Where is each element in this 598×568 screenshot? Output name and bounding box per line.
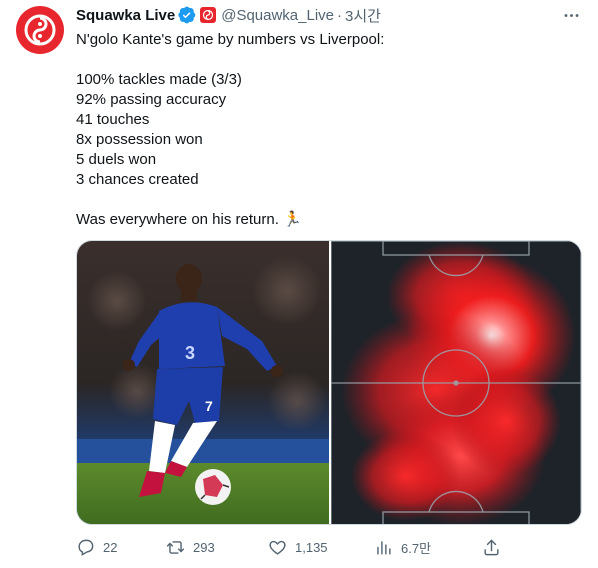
shorts-number: 7 (205, 398, 213, 414)
affiliate-badge-icon (200, 7, 217, 23)
tweet-timestamp[interactable]: 3시간 (345, 5, 381, 26)
player-photo[interactable]: 3 7 (77, 241, 329, 524)
tweet-line: 92% passing accuracy (76, 91, 227, 108)
author-name[interactable]: Squawka Live (76, 7, 175, 24)
separator-dot: · (337, 6, 343, 24)
tweet-line: N'golo Kante's game by numbers vs Liverp… (76, 31, 385, 48)
like-button[interactable]: 1,135 (268, 536, 328, 558)
shirt-sponsor: 3 (185, 343, 195, 363)
retweet-count: 293 (193, 539, 215, 555)
reply-icon (78, 539, 94, 556)
squawka-logo-icon (24, 14, 56, 46)
views-button[interactable]: 6.7만 (374, 536, 431, 558)
share-button[interactable] (482, 536, 509, 558)
heart-icon (269, 540, 286, 555)
author-avatar[interactable] (16, 6, 64, 54)
tweet-media: 3 7 (76, 240, 582, 525)
more-options-icon[interactable] (560, 4, 582, 26)
tweet-line: 41 touches (76, 111, 150, 128)
views-count: 6.7만 (401, 540, 432, 556)
retweet-button[interactable]: 293 (166, 536, 215, 558)
tweet-line: Was everywhere on his return. 🏃 (76, 211, 302, 228)
verified-badge-icon (178, 6, 196, 24)
tweet-line: 3 chances created (76, 171, 199, 188)
retweet-icon (166, 540, 185, 554)
tweet-text: N'golo Kante's game by numbers vs Liverp… (76, 30, 576, 230)
share-icon (484, 539, 499, 555)
tweet-actions: 22 293 1,135 6.7만 (76, 536, 582, 558)
tweet-line: 100% tackles made (3/3) (76, 71, 242, 88)
heatmap-pitch[interactable] (331, 241, 581, 524)
author-handle[interactable]: @Squawka_Live (221, 7, 334, 24)
tweet-line: 5 duels won (76, 151, 157, 168)
tweet-header: Squawka Live @Squawka_Live · 3시간 (76, 4, 582, 26)
reply-button[interactable]: 22 (76, 536, 117, 558)
reply-count: 22 (103, 539, 118, 555)
tweet-line: 8x possession won (76, 131, 203, 148)
like-count: 1,135 (295, 539, 328, 555)
analytics-icon (377, 540, 391, 555)
